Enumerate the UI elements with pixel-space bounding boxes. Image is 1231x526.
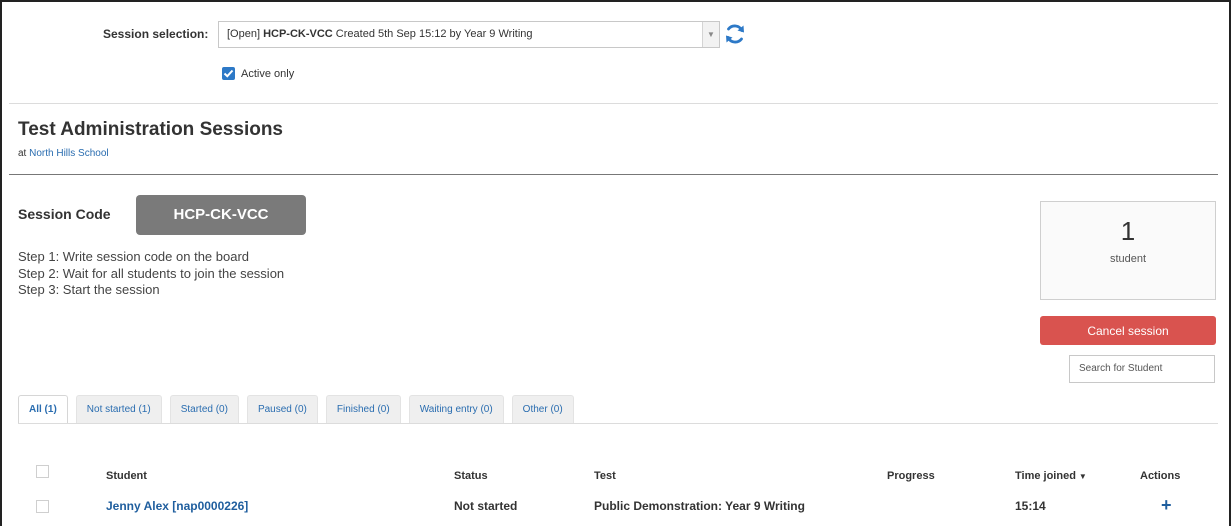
session-select[interactable]: [Open] HCP-CK-VCC Created 5th Sep 15:12 … (218, 21, 720, 48)
session-select-prefix: [Open] (227, 28, 264, 40)
column-header-status[interactable]: Status (454, 470, 488, 482)
tab-waiting-entry[interactable]: Waiting entry (0) (408, 395, 504, 424)
divider (9, 174, 1218, 175)
tab-paused[interactable]: Paused (0) (246, 395, 318, 424)
school-link[interactable]: North Hills School (29, 148, 108, 159)
column-header-time-joined[interactable]: Time joined ▼ (1015, 470, 1087, 482)
tab-other[interactable]: Other (0) (511, 395, 574, 424)
student-name-link[interactable]: Jenny Alex [nap0000226] (106, 499, 248, 513)
subtitle-prefix: at (18, 148, 30, 159)
plus-icon[interactable]: + (1161, 496, 1172, 514)
column-header-actions: Actions (1140, 470, 1181, 482)
tab-finished[interactable]: Finished (0) (325, 395, 401, 424)
active-only-label: Active only (241, 67, 295, 80)
refresh-icon[interactable] (723, 22, 747, 46)
column-header-student[interactable]: Student (106, 470, 147, 482)
session-code-badge: HCP-CK-VCC (136, 195, 306, 235)
sort-down-icon: ▼ (1078, 472, 1087, 481)
student-count-card: 1 student (1040, 201, 1216, 300)
student-count-unit: student (1109, 253, 1147, 265)
row-time-joined: 15:14 (1015, 499, 1046, 513)
column-header-test[interactable]: Test (594, 470, 616, 482)
chevron-down-icon[interactable]: ▼ (702, 22, 719, 47)
tab-started[interactable]: Started (0) (169, 395, 239, 424)
session-select-code: HCP-CK-VCC (263, 28, 333, 40)
step-2: Step 2: Wait for all students to join th… (18, 265, 285, 281)
select-all-checkbox[interactable] (36, 465, 49, 478)
column-header-progress[interactable]: Progress (887, 470, 935, 482)
session-select-suffix: Created 5th Sep 15:12 by Year 9 Writing (332, 28, 533, 40)
page-title: Test Administration Sessions (18, 119, 283, 140)
page-subtitle: at North Hills School (18, 148, 109, 159)
tab-all[interactable]: All (1) (18, 395, 68, 424)
session-code-label: Session Code (18, 206, 111, 222)
active-only-toggle[interactable]: Active only (222, 67, 294, 80)
step-3: Step 3: Start the session (18, 282, 160, 297)
session-selection-label: Session selection: (103, 27, 209, 41)
row-status: Not started (454, 499, 518, 513)
step-1: Step 1: Write session code on the board (18, 249, 250, 264)
instructions: Step 1: Write session code on the board … (18, 249, 284, 299)
checkbox-checked-icon[interactable] (222, 67, 235, 80)
row-test: Public Demonstration: Year 9 Writing (594, 499, 805, 513)
cancel-session-button[interactable]: Cancel session (1040, 316, 1216, 345)
row-checkbox[interactable] (36, 500, 49, 513)
student-count: 1 (1120, 216, 1136, 246)
divider (9, 103, 1218, 104)
tab-not-started[interactable]: Not started (1) (75, 395, 162, 424)
tab-divider (18, 423, 1218, 424)
time-joined-label: Time joined (1015, 470, 1076, 482)
student-search-input[interactable]: Search for Student (1069, 355, 1215, 383)
status-tabs: All (1) Not started (1) Started (0) Paus… (18, 395, 582, 424)
